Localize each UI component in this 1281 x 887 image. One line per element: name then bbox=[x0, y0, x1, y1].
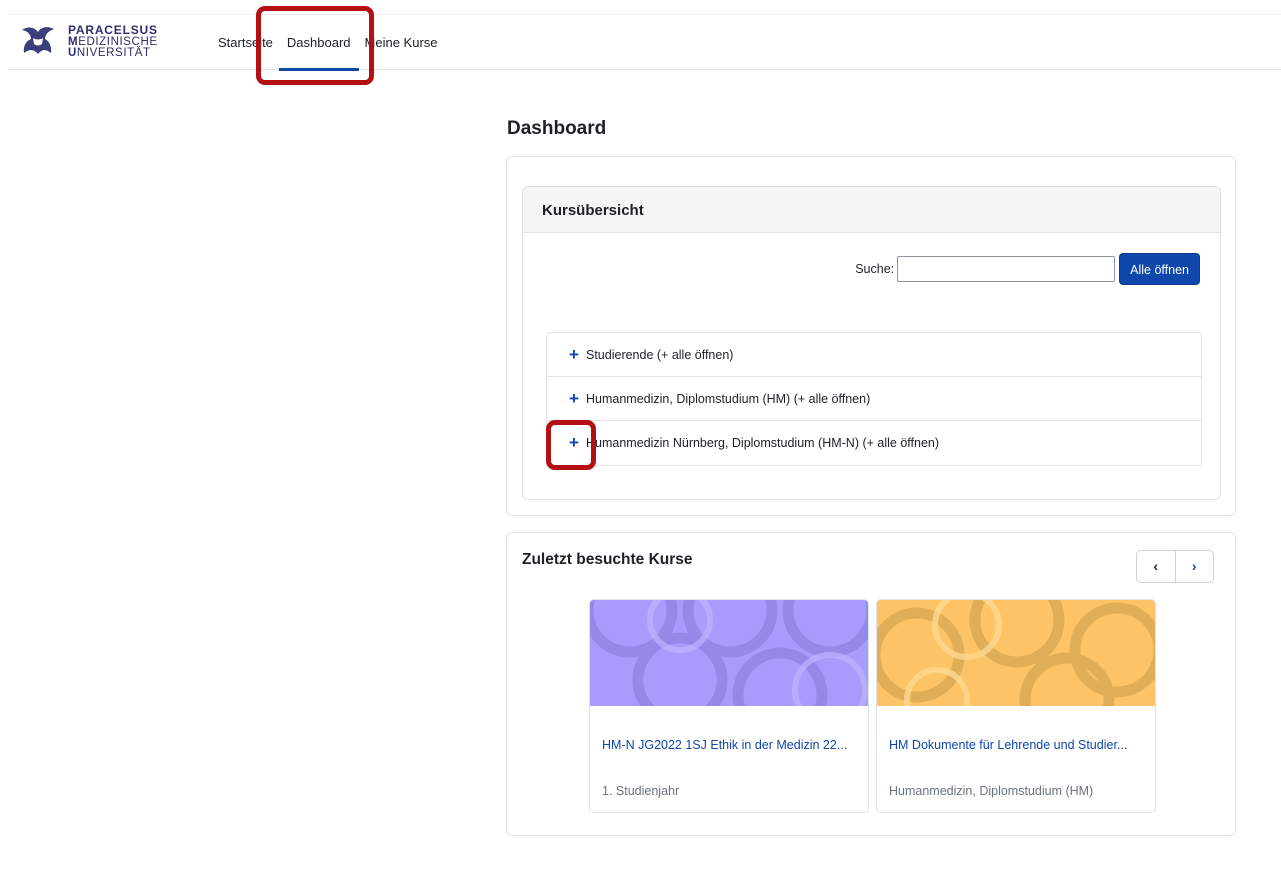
course-card[interactable]: HM-N JG2022 1SJ Ethik in der Medizin 22.… bbox=[589, 599, 869, 813]
category-row[interactable]: + Humanmedizin Nürnberg, Diplomstudium (… bbox=[547, 421, 1201, 465]
course-category: 1. Studienjahr bbox=[602, 784, 680, 798]
course-card[interactable]: HM Dokumente für Lehrende und Studier...… bbox=[876, 599, 1156, 813]
category-row[interactable]: + Humanmedizin, Diplomstudium (HM) (+ al… bbox=[547, 377, 1201, 421]
highlight-box bbox=[256, 6, 374, 85]
course-overview-block: Kursübersicht Suche: Alle öffnen + Studi… bbox=[522, 186, 1221, 500]
open-all-button[interactable]: Alle öffnen bbox=[1119, 253, 1200, 285]
chevron-right-icon[interactable]: › bbox=[1176, 551, 1214, 582]
category-label[interactable]: Humanmedizin, Diplomstudium (HM) (+ alle… bbox=[586, 392, 870, 406]
highlight-box bbox=[546, 420, 596, 470]
recent-courses-title: Zuletzt besuchte Kurse bbox=[522, 551, 693, 568]
category-row[interactable]: + Studierende (+ alle öffnen) bbox=[547, 333, 1201, 377]
course-name-link[interactable]: HM Dokumente für Lehrende und Studier... bbox=[889, 738, 1149, 752]
expand-plus-icon[interactable]: + bbox=[567, 377, 581, 421]
category-label[interactable]: Studierende (+ alle öffnen) bbox=[586, 348, 733, 362]
university-logo[interactable]: PARACELSUS MEDIZINISCHE UNIVERSITÄT bbox=[18, 22, 198, 62]
page-title: Dashboard bbox=[507, 118, 607, 139]
course-image[interactable] bbox=[877, 600, 1155, 706]
course-overview-region: Kursübersicht Suche: Alle öffnen + Studi… bbox=[506, 156, 1236, 516]
course-overview-title: Kursübersicht bbox=[523, 187, 1220, 233]
search-input[interactable] bbox=[897, 256, 1116, 282]
expand-plus-icon[interactable]: + bbox=[567, 333, 581, 377]
chevron-left-icon[interactable]: ‹ bbox=[1137, 551, 1176, 582]
recent-courses-region: Zuletzt besuchte Kurse ‹ › HM-N JG2022 1… bbox=[506, 532, 1236, 836]
top-navbar: PARACELSUS MEDIZINISCHE UNIVERSITÄT Star… bbox=[8, 14, 1281, 71]
category-label[interactable]: Humanmedizin Nürnberg, Diplomstudium (HM… bbox=[586, 436, 939, 450]
course-pattern-image bbox=[877, 600, 1155, 706]
recent-courses-pager: ‹ › bbox=[1136, 550, 1214, 583]
logo-line-3: UNIVERSITÄT bbox=[68, 47, 151, 59]
search-row: Suche: Alle öffnen bbox=[855, 253, 1200, 285]
logo-wordmark: PARACELSUS MEDIZINISCHE UNIVERSITÄT bbox=[68, 24, 158, 60]
course-pattern-image bbox=[590, 600, 868, 706]
logo-mark-icon bbox=[22, 27, 54, 54]
course-category: Humanmedizin, Diplomstudium (HM) bbox=[889, 784, 1094, 798]
course-name-link[interactable]: HM-N JG2022 1SJ Ethik in der Medizin 22.… bbox=[602, 738, 862, 752]
search-label: Suche: bbox=[855, 262, 895, 276]
course-image[interactable] bbox=[590, 600, 868, 706]
category-list: + Studierende (+ alle öffnen) + Humanmed… bbox=[546, 332, 1202, 466]
